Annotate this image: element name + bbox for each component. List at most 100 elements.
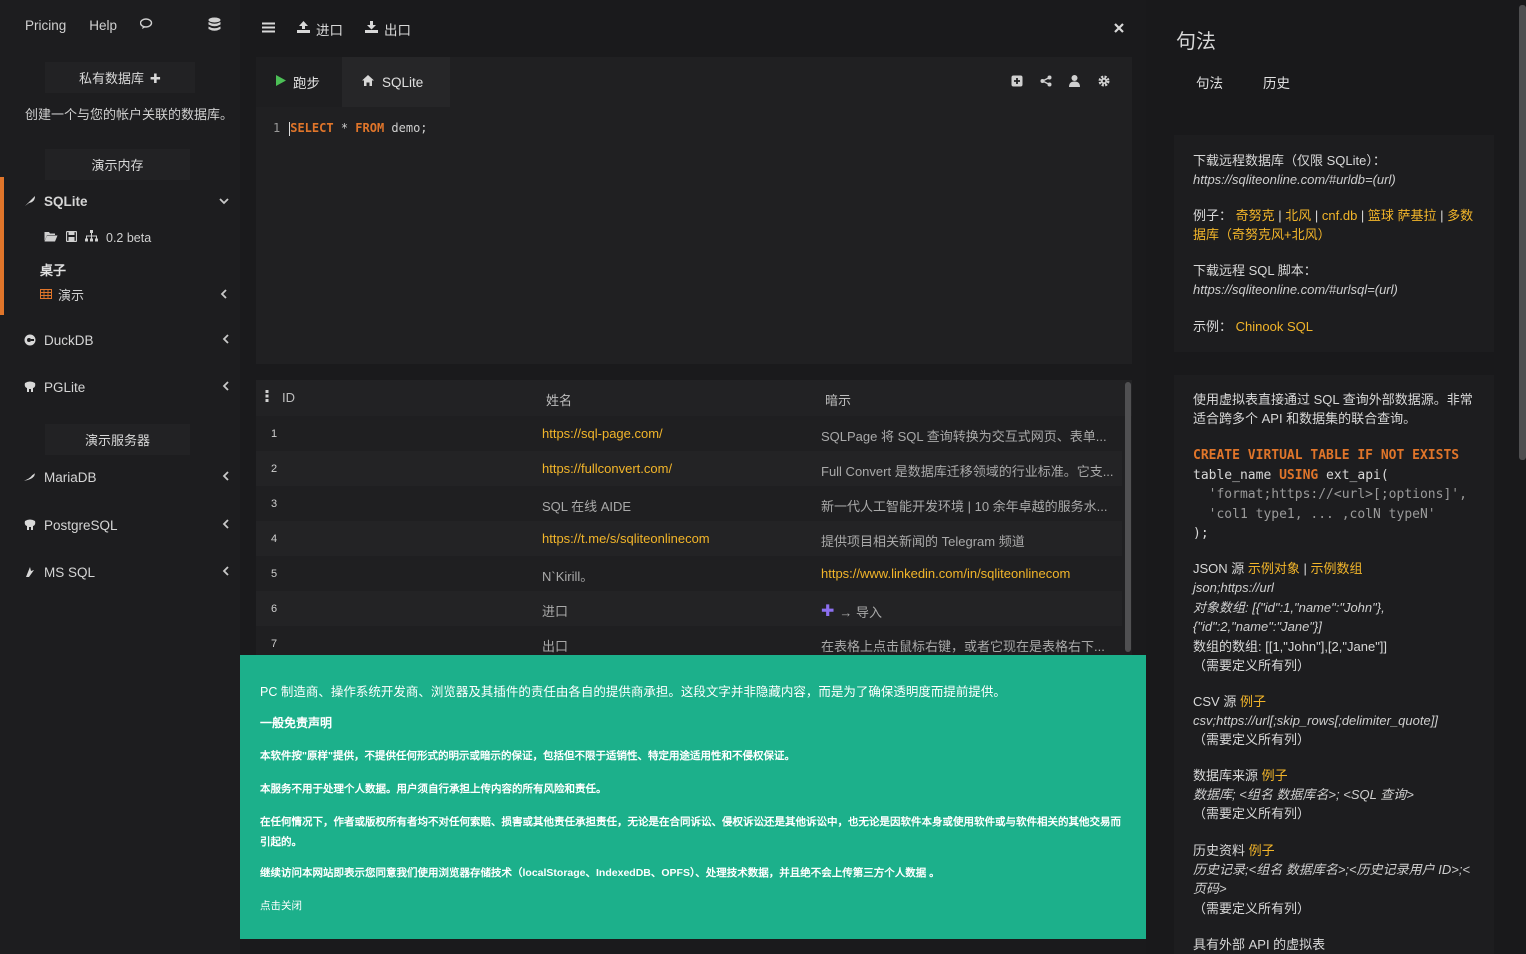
cell-hint: 提供项目相关新闻的 Telegram 频道 <box>821 534 1025 549</box>
disclaimer-banner[interactable]: PC 制造商、操作系统开发商、浏览器及其插件的责任由各自的提供商承担。这段文字并… <box>240 655 1146 939</box>
db-source-example-link[interactable]: 例子 <box>1262 768 1288 783</box>
import-button[interactable]: 进口 <box>297 19 343 39</box>
column-header-name[interactable]: 姓名 <box>546 390 572 409</box>
sample-label: 示例： <box>1193 319 1233 334</box>
ext-api-heading: 具有外部 API 的虚拟表 <box>1193 937 1326 952</box>
tab-syntax[interactable]: 句法 <box>1176 72 1243 92</box>
table-row[interactable]: 2 https://fullconvert.com/ Full Convert … <box>256 451 1122 486</box>
table-row[interactable]: 3 SQL 在线 AIDE 新一代人工智能开发环境 | 10 余年卓越的服务水.… <box>256 486 1122 521</box>
cell-hint: 新一代人工智能开发环境 | 10 余年卓越的服务水... <box>821 499 1108 514</box>
example-basketball-link[interactable]: 篮球 萨基拉 <box>1368 208 1437 223</box>
user-icon[interactable] <box>1068 75 1081 90</box>
cell-name-link[interactable]: https://t.me/s/sqliteonlinecom <box>542 531 710 546</box>
csv-example-link[interactable]: 例子 <box>1240 694 1266 709</box>
sidebar-item-duckdb[interactable]: DuckDB <box>24 330 234 350</box>
database-icon[interactable] <box>208 17 222 33</box>
sqlite-toolbar: 0.2 beta <box>44 230 159 245</box>
tab-history[interactable]: 历史 <box>1243 72 1310 92</box>
add-icon[interactable]: ✚ <box>150 71 161 86</box>
chat-icon[interactable] <box>139 17 154 33</box>
tab-sqlite[interactable]: SQLite <box>342 57 450 107</box>
example-cnf-link[interactable]: cnf.db <box>1322 208 1357 223</box>
table-icon <box>40 288 52 302</box>
table-item-demo[interactable]: 演示 <box>40 285 230 304</box>
export-button[interactable]: 出口 <box>365 19 411 39</box>
sidebar-item-mariadb[interactable]: MariaDB <box>24 467 234 487</box>
private-db-header[interactable]: 私有数据库 ✚ <box>45 62 195 93</box>
keyword-from: FROM <box>355 121 385 135</box>
sidebar-item-label: MS SQL <box>44 564 96 580</box>
json-object-example-link[interactable]: 示例对象 <box>1248 561 1300 576</box>
upload-icon <box>297 21 310 36</box>
table-row[interactable]: 1 https://sql-page.com/ SQLPage 将 SQL 查询… <box>256 416 1122 451</box>
history-example-link[interactable]: 例子 <box>1249 843 1275 858</box>
click-to-close[interactable]: 点击关闭 <box>260 898 302 913</box>
help-link[interactable]: Help <box>89 18 117 33</box>
private-db-desc: 创建一个与您的帐户关联的数据库。 <box>25 107 234 122</box>
menu-button[interactable] <box>262 21 275 36</box>
chevron-left-icon[interactable] <box>222 518 229 532</box>
code-text: ext_api( <box>1318 468 1389 483</box>
disclaimer-personal-data: 本服务不用于处理个人数据。用户须自行承担上传内容的所有风险和责任。 <box>260 783 607 795</box>
chevron-left-icon[interactable] <box>222 333 229 347</box>
disclaimer-warranty: 本软件按"原样"提供，不提供任何形式的明示或暗示的保证，包括但不限于适销性、特定… <box>260 750 795 762</box>
table-item-label: 演示 <box>58 288 85 303</box>
new-tab-icon[interactable] <box>1010 75 1023 90</box>
table-row[interactable]: 6 进口 ✚ → 导入 <box>256 591 1122 626</box>
disclaimer-intro: PC 制造商、操作系统开发商、浏览器及其插件的责任由各自的提供商承担。这段文字并… <box>260 685 1006 699</box>
top-toolbar: 进口 出口 <box>240 0 1146 57</box>
share-icon[interactable] <box>1039 75 1052 90</box>
panel-tabs: 句法 历史 <box>1176 72 1310 92</box>
table-row[interactable]: 7 出口 在表格上点击鼠标右键，或者它现在是表格右下... <box>256 626 1122 655</box>
cell-hint-link[interactable]: https://www.linkedin.com/in/sqliteonline… <box>821 566 1119 581</box>
column-menu-icon[interactable] <box>265 390 269 405</box>
download-icon <box>365 21 378 36</box>
gear-icon[interactable] <box>1097 75 1110 90</box>
row-number: 1 <box>271 428 278 440</box>
run-button[interactable]: 跑步 <box>256 57 342 107</box>
editor-tools <box>994 75 1110 90</box>
csv-need-cols: （需要定义所有列） <box>1193 732 1311 747</box>
grid-scrollbar[interactable] <box>1125 382 1131 652</box>
close-icon[interactable] <box>1114 20 1124 36</box>
sidebar-item-postgresql[interactable]: PostgreSQL <box>24 515 234 535</box>
separator: | <box>1274 208 1286 223</box>
table-row[interactable]: 5 N`Kirill。 https://www.linkedin.com/in/… <box>256 556 1122 591</box>
demo-server-header: 演示服务器 <box>45 424 190 455</box>
sidebar-item-pglite[interactable]: PGLite <box>24 377 234 397</box>
chinook-sql-link[interactable]: Chinook SQL <box>1236 319 1313 334</box>
chevron-down-icon[interactable] <box>219 194 229 208</box>
save-icon[interactable] <box>65 230 78 245</box>
chevron-left-icon[interactable] <box>222 565 229 579</box>
code-close: ); <box>1193 526 1209 541</box>
mssql-icon <box>24 566 36 578</box>
separator: | <box>1311 208 1322 223</box>
table-row[interactable]: 4 https://t.me/s/sqliteonlinecom 提供项目相关新… <box>256 521 1122 556</box>
example-chinook-link[interactable]: 奇努克 <box>1236 208 1275 223</box>
example-northwind-link[interactable]: 北风 <box>1285 208 1311 223</box>
sidebar-item-mssql[interactable]: MS SQL <box>24 562 234 582</box>
panel-scrollbar[interactable] <box>1519 5 1526 460</box>
cell-hint-text: → 导入 <box>839 604 883 620</box>
sidebar-item-sqlite[interactable]: SQLite <box>24 191 234 211</box>
sitemap-icon[interactable] <box>85 230 98 245</box>
db-source-label: 数据库来源 <box>1193 768 1259 783</box>
db-source-format: 数据库; <组名 数据库名>; <SQL 查询> <box>1193 787 1414 802</box>
column-header-hint[interactable]: 暗示 <box>825 390 851 409</box>
column-header-id[interactable]: ID <box>282 390 295 405</box>
chevron-left-icon[interactable] <box>222 380 229 394</box>
cell-name-link[interactable]: https://sql-page.com/ <box>542 426 663 441</box>
code-keyword: CREATE VIRTUAL TABLE IF NOT EXISTS <box>1193 448 1460 463</box>
syntax-panel: 句法 句法 历史 下载远程数据库（仅限 SQLite）： https://sql… <box>1146 0 1526 954</box>
separator: | <box>1436 208 1448 223</box>
chevron-left-icon[interactable] <box>220 287 227 302</box>
code-text: table_name <box>1193 468 1280 483</box>
pricing-link[interactable]: Pricing <box>25 18 66 33</box>
json-source: JSON 源 示例对象 | 示例数组 <box>1193 559 1483 578</box>
folder-open-icon[interactable] <box>44 231 58 245</box>
cell-name-link[interactable]: https://fullconvert.com/ <box>542 461 672 476</box>
chevron-left-icon[interactable] <box>222 470 229 484</box>
download-sql-script: 下载远程 SQL 脚本： <box>1193 263 1317 278</box>
json-array-example-link[interactable]: 示例数组 <box>1311 561 1363 576</box>
sql-editor[interactable]: 1 SELECT * FROM demo; <box>273 121 428 136</box>
